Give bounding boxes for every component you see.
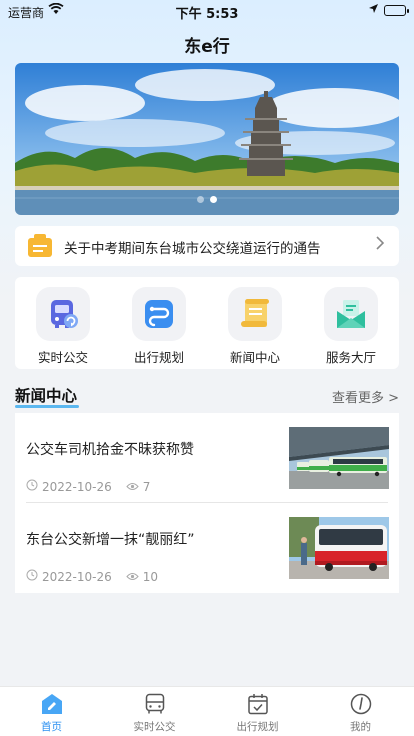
clock-icon [26, 569, 38, 584]
calendar-check-icon [206, 691, 309, 717]
quick-item-news-center[interactable]: 新闻中心 [207, 287, 303, 366]
banner-carousel[interactable] [15, 63, 399, 215]
news-item[interactable]: 东台公交新增一抹“靓丽红” 2022-10-26 10 [15, 503, 399, 593]
news-item-title: 东台公交新增一抹“靓丽红” [26, 532, 195, 548]
tab-label: 出行规划 [236, 721, 279, 733]
announcement-icon [27, 234, 53, 262]
news-item[interactable]: 公交车司机拾金不昧获称赞 2022-10-26 7 [15, 413, 399, 503]
eye-icon [126, 570, 139, 584]
location-arrow-icon [368, 3, 379, 17]
tab-mine[interactable]: 我的 [309, 691, 412, 734]
route-plan-icon [132, 287, 186, 341]
profile-icon [309, 691, 412, 717]
clock: 下午 5:53 [175, 7, 239, 22]
news-list: 公交车司机拾金不昧获称赞 2022-10-26 7 东台公交新增一抹“靓丽红” … [15, 413, 399, 593]
tab-label: 我的 [350, 721, 371, 733]
news-item-thumbnail [289, 517, 389, 579]
news-scroll-icon [228, 287, 282, 341]
news-item-view-count: 10 [142, 569, 159, 584]
clock-icon [26, 479, 38, 494]
home-icon [0, 691, 103, 717]
view-more-link[interactable]: 查看更多 > [332, 387, 399, 406]
quick-item-label: 新闻中心 [229, 350, 280, 365]
tab-home[interactable]: 首页 [0, 691, 103, 734]
announcement-text: 关于中考期间东台城市公交绕道运行的通告 [64, 241, 321, 257]
bus-refresh-icon [36, 287, 90, 341]
news-item-date: 2022-10-26 [42, 479, 112, 494]
service-mail-icon [324, 287, 378, 341]
news-item-title: 公交车司机拾金不昧获称赞 [26, 442, 194, 458]
news-section-header: 新闻中心 查看更多 > [15, 384, 399, 410]
news-item-meta: 2022-10-26 10 [26, 569, 158, 584]
carousel-dot-active[interactable] [210, 196, 217, 203]
quick-item-realtime-bus[interactable]: 实时公交 [15, 287, 111, 366]
bottom-tab-bar: 首页 实时公交 出行规划 我的 [0, 686, 414, 736]
quick-item-route-planning[interactable]: 出行规划 [111, 287, 207, 366]
eye-icon [126, 480, 139, 494]
news-item-meta: 2022-10-26 7 [26, 479, 150, 494]
carousel-indicator[interactable] [15, 188, 399, 207]
tab-label: 实时公交 [133, 721, 176, 733]
page-title: 东e行 [184, 37, 230, 57]
news-item-thumbnail [289, 427, 389, 489]
news-item-date: 2022-10-26 [42, 569, 112, 584]
tab-realtime-bus[interactable]: 实时公交 [103, 691, 206, 734]
quick-item-label: 服务大厅 [325, 350, 376, 365]
tab-route-planning[interactable]: 出行规划 [206, 691, 309, 734]
tab-label: 首页 [41, 721, 62, 733]
news-item-views: 7 [126, 479, 151, 494]
news-section-title: 新闻中心 [15, 387, 78, 405]
chevron-right-icon [376, 236, 385, 254]
announcement-bar[interactable]: 关于中考期间东台城市公交绕道运行的通告 [15, 226, 399, 266]
quick-item-service-hall[interactable]: 服务大厅 [303, 287, 399, 366]
carousel-dot[interactable] [197, 196, 204, 203]
news-item-view-count: 7 [142, 479, 151, 494]
status-bar: 运营商 下午 5:53 [0, 0, 414, 22]
news-item-views: 10 [126, 570, 158, 584]
quick-item-label: 实时公交 [37, 350, 88, 365]
quick-menu: 实时公交 出行规划 新闻中心 服务大厅 [15, 277, 399, 369]
quick-item-label: 出行规划 [133, 350, 184, 365]
bus-icon [103, 691, 206, 717]
battery-icon [384, 5, 409, 16]
